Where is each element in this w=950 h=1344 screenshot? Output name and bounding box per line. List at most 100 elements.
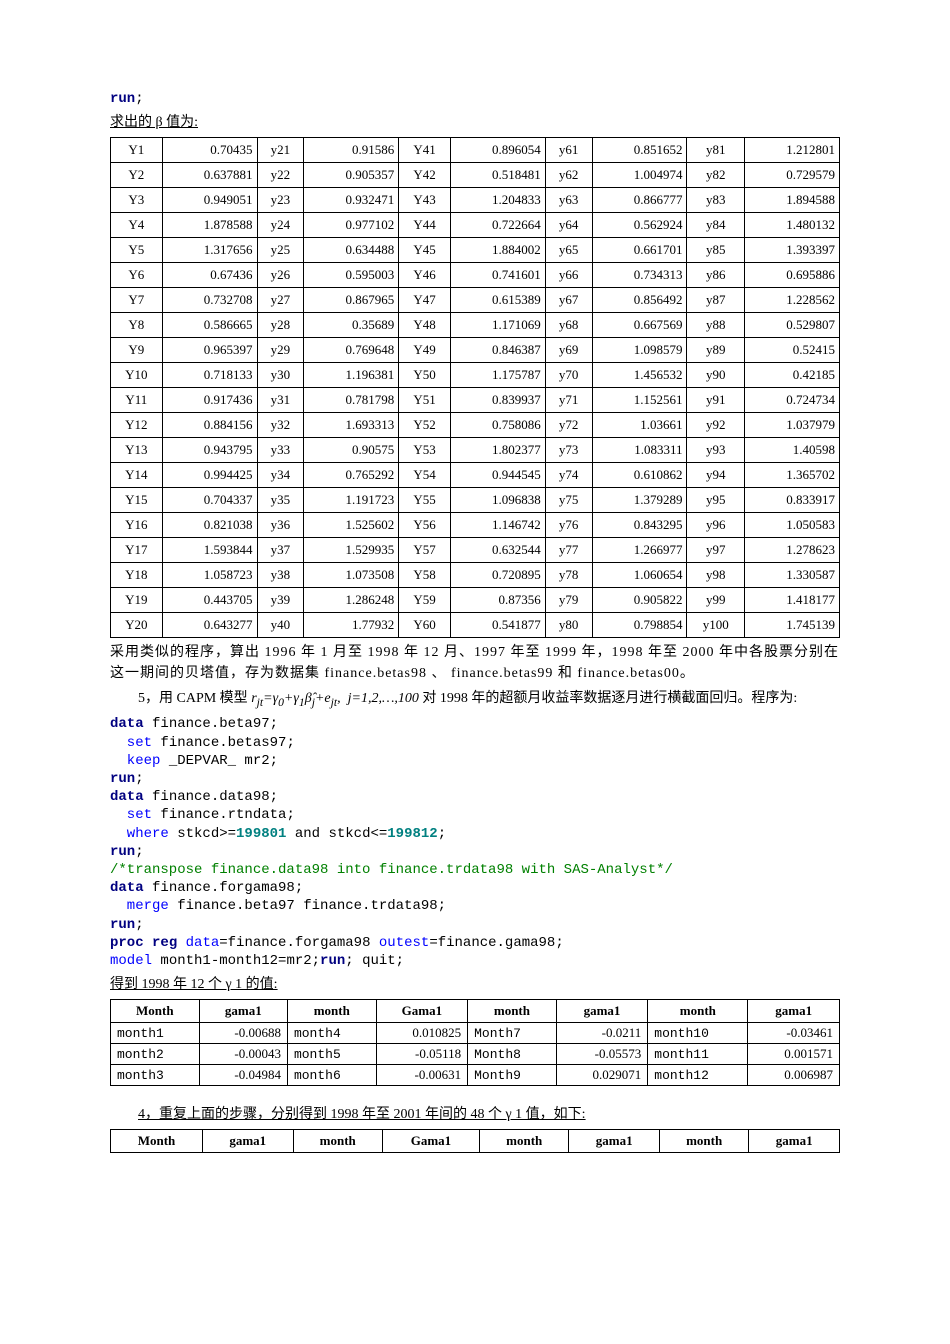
beta-value: 1.480132 bbox=[744, 213, 839, 238]
beta-value: 1.365702 bbox=[744, 463, 839, 488]
month-label: month12 bbox=[648, 1065, 748, 1086]
var-label: y72 bbox=[545, 413, 592, 438]
kw-data-opt: data bbox=[177, 935, 219, 951]
month-label: month2 bbox=[111, 1044, 200, 1065]
beta-value: 0.724734 bbox=[744, 388, 839, 413]
var-label: y94 bbox=[687, 463, 745, 488]
beta-value: 1.058723 bbox=[162, 563, 257, 588]
beta-value: 1.278623 bbox=[744, 538, 839, 563]
table-row: Y190.443705y391.286248Y590.87356y790.905… bbox=[111, 588, 840, 613]
var-label: y71 bbox=[545, 388, 592, 413]
table-row: Y130.943795y330.90575Y531.802377y731.083… bbox=[111, 438, 840, 463]
beta-value: 1.529935 bbox=[304, 538, 399, 563]
gama-value: 0.010825 bbox=[376, 1023, 468, 1044]
var-label: y32 bbox=[257, 413, 304, 438]
code-text: finance.betas97; bbox=[152, 735, 295, 751]
var-label: y86 bbox=[687, 263, 745, 288]
gama-value: -0.05118 bbox=[376, 1044, 468, 1065]
beta-value: 0.884156 bbox=[162, 413, 257, 438]
var-label: y67 bbox=[545, 288, 592, 313]
var-label: Y56 bbox=[399, 513, 451, 538]
table-row: Y60.67436y260.595003Y460.741601y660.7343… bbox=[111, 263, 840, 288]
var-label: y24 bbox=[257, 213, 304, 238]
var-label: y89 bbox=[687, 338, 745, 363]
gama-value: -0.00688 bbox=[199, 1023, 287, 1044]
capm-formula: rjt=γ0+γ1β̂j+ejt, j=1,2,…,100 bbox=[251, 691, 419, 706]
var-label: Y45 bbox=[399, 238, 451, 263]
var-label: y38 bbox=[257, 563, 304, 588]
beta-value: 0.52415 bbox=[744, 338, 839, 363]
var-label: y35 bbox=[257, 488, 304, 513]
gama-value: -0.0211 bbox=[556, 1023, 648, 1044]
gama-value: -0.00631 bbox=[376, 1065, 468, 1086]
kw-model: model bbox=[110, 953, 152, 969]
beta-value: 1.330587 bbox=[744, 563, 839, 588]
var-label: y81 bbox=[687, 138, 745, 163]
beta-value: 0.695886 bbox=[744, 263, 839, 288]
col-header: Month bbox=[111, 1130, 203, 1153]
beta-table: Y10.70435y210.91586Y410.896054y610.85165… bbox=[110, 137, 840, 638]
month-label: month10 bbox=[648, 1023, 748, 1044]
var-label: Y41 bbox=[399, 138, 451, 163]
table-row: Y181.058723y381.073508Y580.720895y781.06… bbox=[111, 563, 840, 588]
beta-value: 1.286248 bbox=[304, 588, 399, 613]
beta-value: 1.884002 bbox=[450, 238, 545, 263]
var-label: y85 bbox=[687, 238, 745, 263]
beta-value: 1.77932 bbox=[304, 613, 399, 638]
var-label: Y17 bbox=[111, 538, 163, 563]
beta-value: 0.518481 bbox=[450, 163, 545, 188]
var-label: Y53 bbox=[399, 438, 451, 463]
beta-value: 0.443705 bbox=[162, 588, 257, 613]
beta-value: 0.856492 bbox=[592, 288, 687, 313]
beta-value: 0.917436 bbox=[162, 388, 257, 413]
col-header: month bbox=[293, 1130, 382, 1153]
var-label: Y47 bbox=[399, 288, 451, 313]
beta-value: 0.722664 bbox=[450, 213, 545, 238]
code-run: run bbox=[110, 91, 135, 107]
gama-value: 0.029071 bbox=[556, 1065, 648, 1086]
var-label: y28 bbox=[257, 313, 304, 338]
var-label: Y4 bbox=[111, 213, 163, 238]
gama-value: -0.00043 bbox=[199, 1044, 287, 1065]
beta-value: 0.905822 bbox=[592, 588, 687, 613]
kw-run: run bbox=[110, 771, 135, 787]
beta-value: 1.096838 bbox=[450, 488, 545, 513]
beta-value: 0.667569 bbox=[592, 313, 687, 338]
month-label: month6 bbox=[287, 1065, 376, 1086]
col-header: Gama1 bbox=[376, 1000, 468, 1023]
var-label: y62 bbox=[545, 163, 592, 188]
var-label: y90 bbox=[687, 363, 745, 388]
beta-value: 0.91586 bbox=[304, 138, 399, 163]
var-label: Y12 bbox=[111, 413, 163, 438]
beta-value: 1.098579 bbox=[592, 338, 687, 363]
code-text: ; quit; bbox=[345, 953, 404, 969]
beta-value: 1.152561 bbox=[592, 388, 687, 413]
kw-data: data bbox=[110, 789, 144, 805]
var-label: Y55 bbox=[399, 488, 451, 513]
beta-value: 0.944545 bbox=[450, 463, 545, 488]
var-label: y78 bbox=[545, 563, 592, 588]
var-label: Y11 bbox=[111, 388, 163, 413]
code-semicolon: ; bbox=[135, 91, 143, 107]
table-row: Y70.732708y270.867965Y470.615389y670.856… bbox=[111, 288, 840, 313]
var-label: y100 bbox=[687, 613, 745, 638]
var-label: y77 bbox=[545, 538, 592, 563]
beta-value: 0.839937 bbox=[450, 388, 545, 413]
var-label: Y42 bbox=[399, 163, 451, 188]
gama-value: 0.006987 bbox=[748, 1065, 840, 1086]
kw-data: data bbox=[110, 716, 144, 732]
var-label: y74 bbox=[545, 463, 592, 488]
beta-value: 0.70435 bbox=[162, 138, 257, 163]
var-label: Y2 bbox=[111, 163, 163, 188]
beta-value: 1.40598 bbox=[744, 438, 839, 463]
var-label: y75 bbox=[545, 488, 592, 513]
var-label: y65 bbox=[545, 238, 592, 263]
var-label: Y16 bbox=[111, 513, 163, 538]
beta-value: 0.833917 bbox=[744, 488, 839, 513]
var-label: y69 bbox=[545, 338, 592, 363]
var-label: y83 bbox=[687, 188, 745, 213]
beta-value: 1.228562 bbox=[744, 288, 839, 313]
beta-value: 1.004974 bbox=[592, 163, 687, 188]
beta-value: 1.418177 bbox=[744, 588, 839, 613]
code-text: ; bbox=[135, 917, 143, 933]
